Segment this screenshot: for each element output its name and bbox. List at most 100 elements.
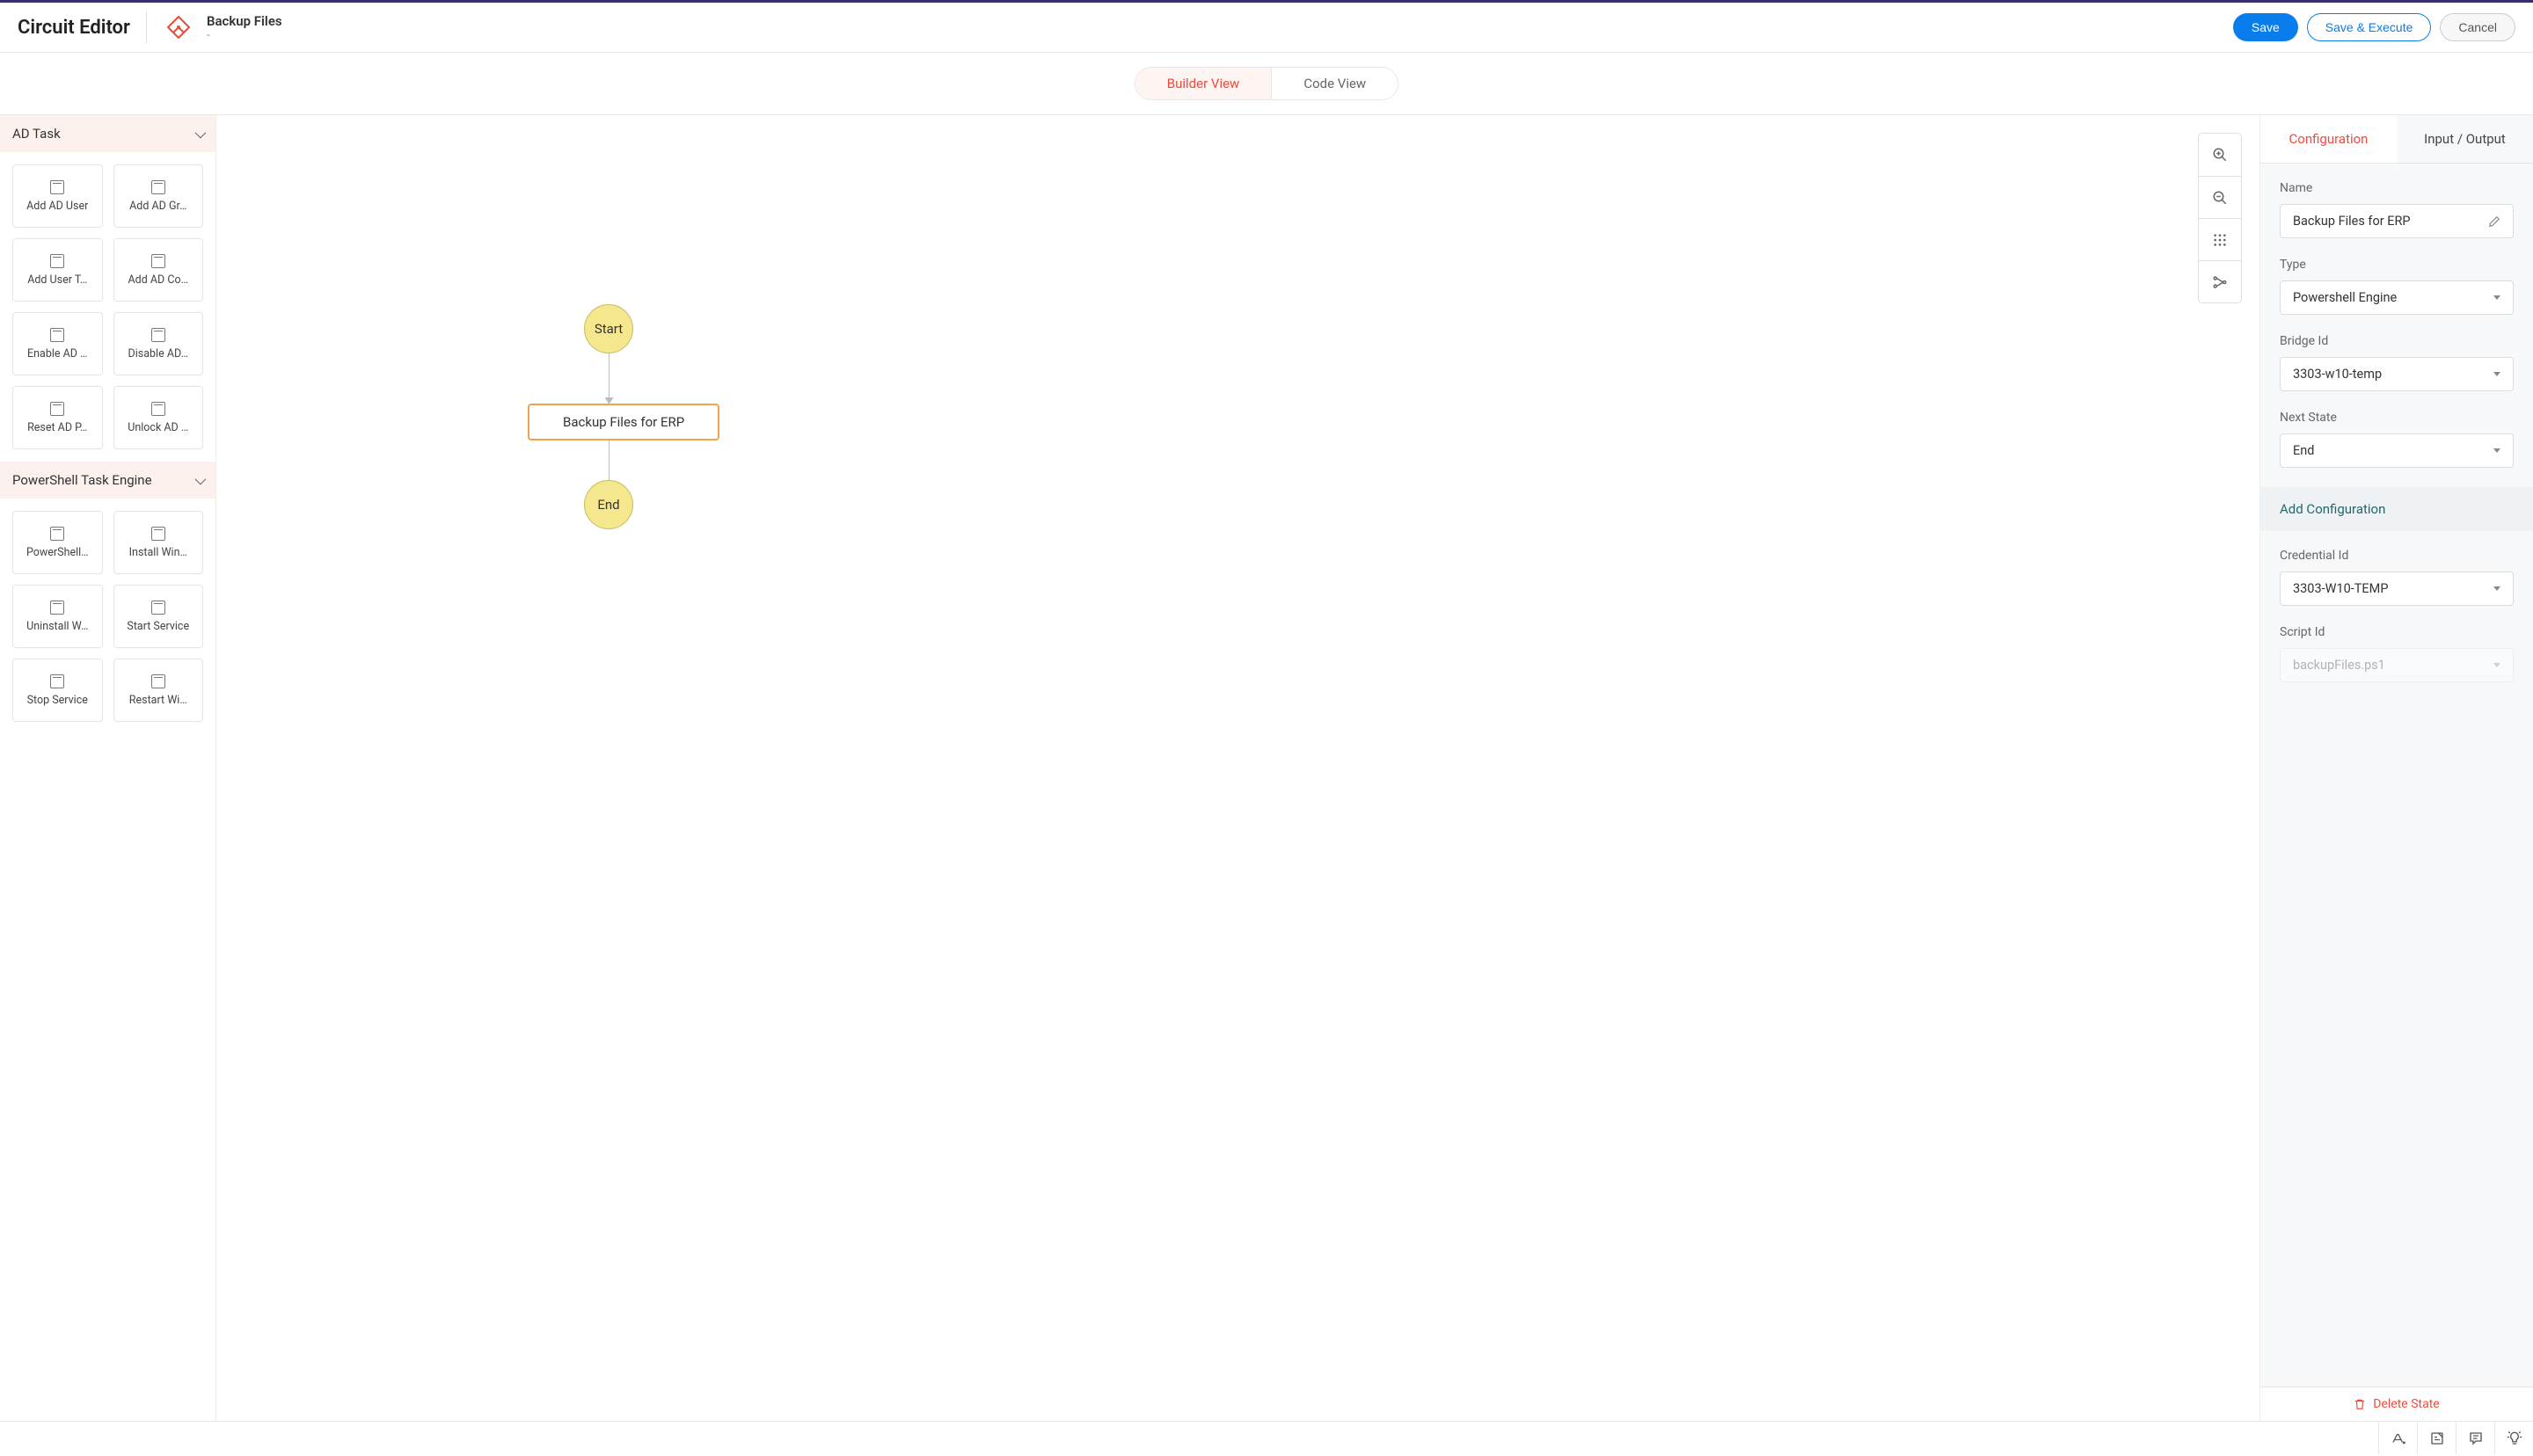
flow-node-task[interactable]: Backup Files for ERP bbox=[528, 404, 719, 440]
flow-node-end[interactable]: End bbox=[584, 480, 633, 529]
task-card[interactable]: Add AD User bbox=[12, 164, 103, 228]
task-icon bbox=[50, 254, 64, 268]
tool-text-icon[interactable] bbox=[2378, 1422, 2417, 1454]
task-card[interactable]: Disable AD… bbox=[113, 312, 204, 375]
tool-note-icon[interactable] bbox=[2417, 1422, 2456, 1454]
task-card[interactable]: Enable AD … bbox=[12, 312, 103, 375]
app-title: Circuit Editor bbox=[18, 17, 130, 39]
chevron-down-icon bbox=[195, 472, 203, 488]
caret-down-icon bbox=[2493, 295, 2500, 300]
add-configuration-header: Add Configuration bbox=[2260, 487, 2533, 531]
task-label: Add User T… bbox=[27, 273, 87, 287]
config-panel: Configuration Input / Output Name Backup… bbox=[2259, 115, 2533, 1421]
save-execute-button[interactable]: Save & Execute bbox=[2307, 13, 2432, 41]
task-card[interactable]: Stop Service bbox=[12, 659, 103, 722]
tab-configuration[interactable]: Configuration bbox=[2260, 115, 2397, 163]
task-sidebar[interactable]: AD Task Add AD User Add AD Gr… Add User … bbox=[0, 115, 216, 1421]
view-switch-row: Builder View Code View bbox=[0, 53, 2533, 115]
task-icon bbox=[50, 180, 64, 194]
app-logo-icon bbox=[163, 11, 194, 43]
flow-edge bbox=[609, 440, 610, 484]
task-label: Uninstall W… bbox=[26, 620, 88, 633]
flow-node-start[interactable]: Start bbox=[584, 304, 633, 353]
delete-state-button[interactable]: Delete State bbox=[2260, 1387, 2533, 1421]
view-switch: Builder View Code View bbox=[1135, 67, 1398, 100]
task-icon bbox=[50, 328, 64, 342]
header: Circuit Editor Backup Files - Save Save … bbox=[0, 3, 2533, 53]
chevron-down-icon bbox=[195, 126, 203, 142]
doc-info: Backup Files - bbox=[207, 13, 282, 42]
task-label: Stop Service bbox=[27, 694, 88, 707]
type-select[interactable]: Powershell Engine bbox=[2280, 280, 2514, 315]
grid-button[interactable] bbox=[2199, 218, 2241, 260]
category-header-powershell[interactable]: PowerShell Task Engine bbox=[0, 462, 215, 499]
task-icon bbox=[151, 527, 165, 541]
doc-title: Backup Files bbox=[207, 13, 282, 29]
task-icon bbox=[151, 674, 165, 688]
tool-idea-icon[interactable] bbox=[2494, 1422, 2533, 1454]
save-button[interactable]: Save bbox=[2233, 13, 2298, 41]
name-field[interactable]: Backup Files for ERP bbox=[2280, 204, 2514, 238]
flow-edge bbox=[609, 353, 610, 397]
task-label: Start Service bbox=[127, 620, 189, 633]
task-icon bbox=[50, 601, 64, 615]
panel-body[interactable]: Name Backup Files for ERP Type Powershel… bbox=[2260, 164, 2533, 1387]
next-state-select[interactable]: End bbox=[2280, 433, 2514, 468]
category-title: AD Task bbox=[12, 126, 61, 142]
credential-label: Credential Id bbox=[2280, 549, 2514, 563]
tool-chat-icon[interactable] bbox=[2456, 1422, 2494, 1454]
task-label: Disable AD… bbox=[128, 347, 188, 360]
task-card[interactable]: Install Win… bbox=[113, 511, 204, 574]
credential-select[interactable]: 3303-W10-TEMP bbox=[2280, 571, 2514, 606]
layout-button[interactable] bbox=[2199, 260, 2241, 302]
task-card[interactable]: Add AD Co… bbox=[113, 238, 204, 302]
task-label: Add AD User bbox=[26, 200, 88, 213]
task-label: Add AD Co… bbox=[128, 273, 188, 287]
task-label: Install Win… bbox=[129, 546, 187, 559]
task-label: Unlock AD … bbox=[128, 421, 188, 434]
task-icon bbox=[151, 328, 165, 342]
caret-down-icon bbox=[2493, 448, 2500, 453]
flow-canvas[interactable]: Start Backup Files for ERP End bbox=[216, 115, 2259, 1421]
task-label: Enable AD … bbox=[27, 347, 87, 360]
zoom-in-button[interactable] bbox=[2199, 134, 2241, 176]
task-label: Add AD Gr… bbox=[129, 200, 186, 213]
task-icon bbox=[50, 527, 64, 541]
bottom-toolbar bbox=[0, 1421, 2533, 1454]
task-card[interactable]: Restart Wi… bbox=[113, 659, 204, 722]
task-card[interactable]: Reset AD P… bbox=[12, 386, 103, 449]
task-card[interactable]: Unlock AD … bbox=[113, 386, 204, 449]
task-card[interactable]: Add AD Gr… bbox=[113, 164, 204, 228]
next-state-label: Next State bbox=[2280, 411, 2514, 425]
task-card[interactable]: Start Service bbox=[113, 585, 204, 648]
tab-code-view[interactable]: Code View bbox=[1272, 68, 1398, 99]
caret-down-icon bbox=[2493, 663, 2500, 667]
script-select[interactable]: backupFiles.ps1 bbox=[2280, 648, 2514, 682]
tab-input-output[interactable]: Input / Output bbox=[2397, 115, 2533, 163]
cancel-button[interactable]: Cancel bbox=[2440, 13, 2515, 41]
task-label: Reset AD P… bbox=[27, 421, 87, 434]
tab-builder-view[interactable]: Builder View bbox=[1135, 68, 1273, 99]
task-icon bbox=[151, 180, 165, 194]
caret-down-icon bbox=[2493, 586, 2500, 591]
zoom-out-button[interactable] bbox=[2199, 176, 2241, 218]
task-label: Restart Wi… bbox=[129, 694, 187, 707]
task-label: PowerShell… bbox=[26, 546, 89, 559]
task-card[interactable]: Uninstall W… bbox=[12, 585, 103, 648]
edit-icon[interactable] bbox=[2488, 215, 2500, 228]
name-label: Name bbox=[2280, 181, 2514, 195]
caret-down-icon bbox=[2493, 372, 2500, 376]
doc-subtitle: - bbox=[207, 29, 282, 42]
bridge-select[interactable]: 3303-w10-temp bbox=[2280, 357, 2514, 391]
task-card[interactable]: PowerShell… bbox=[12, 511, 103, 574]
script-label: Script Id bbox=[2280, 625, 2514, 639]
bridge-label: Bridge Id bbox=[2280, 334, 2514, 348]
trash-icon bbox=[2354, 1398, 2366, 1410]
task-icon bbox=[151, 601, 165, 615]
category-header-ad-task[interactable]: AD Task bbox=[0, 115, 215, 152]
task-icon bbox=[50, 674, 64, 688]
divider bbox=[146, 11, 147, 43]
type-label: Type bbox=[2280, 258, 2514, 272]
task-icon bbox=[50, 402, 64, 416]
task-card[interactable]: Add User T… bbox=[12, 238, 103, 302]
